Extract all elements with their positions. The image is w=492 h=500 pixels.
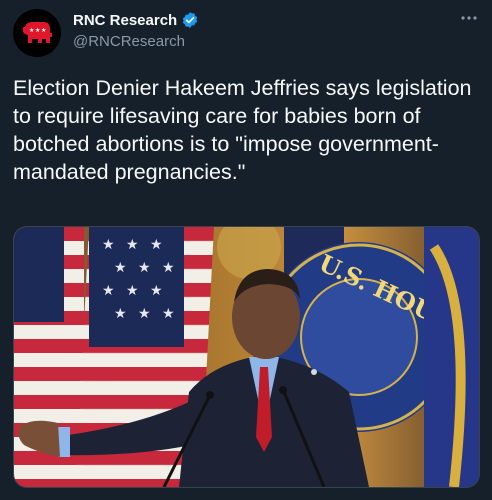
svg-text:★: ★ [102, 283, 115, 299]
verified-badge-icon [183, 12, 198, 28]
svg-text:★: ★ [138, 306, 151, 322]
tweet-media-photo[interactable]: ★★★ ★★★ ★★★ ★★★ U.S. HOUSE OF REPRESENTA… [13, 226, 480, 488]
svg-text:★: ★ [162, 260, 175, 276]
svg-text:★: ★ [150, 283, 163, 299]
author-name-row: RNC Research [73, 11, 199, 29]
svg-text:★: ★ [102, 237, 115, 253]
bottom-strip [0, 488, 492, 500]
svg-text:★: ★ [29, 27, 34, 34]
press-conference-photo: ★★★ ★★★ ★★★ ★★★ U.S. HOUSE OF REPRESENTA… [14, 227, 479, 487]
more-options-icon[interactable] [458, 10, 480, 26]
svg-text:★: ★ [114, 306, 127, 322]
svg-text:★: ★ [150, 237, 163, 253]
author-name[interactable]: RNC Research [73, 12, 177, 29]
author-avatar[interactable]: ★ ★ ★ [13, 9, 61, 57]
tweet-text: Election Denier Hakeem Jeffries says leg… [13, 76, 472, 184]
svg-text:★: ★ [114, 260, 127, 276]
elephant-logo-icon: ★ ★ ★ [23, 22, 52, 43]
svg-text:★: ★ [126, 237, 139, 253]
svg-text:★: ★ [41, 27, 46, 34]
svg-text:★: ★ [35, 27, 40, 34]
top-strip [0, 0, 492, 6]
svg-text:★: ★ [162, 306, 175, 322]
svg-text:★: ★ [126, 283, 139, 299]
author-handle[interactable]: @RNCResearch [73, 33, 185, 50]
svg-text:★: ★ [138, 260, 151, 276]
